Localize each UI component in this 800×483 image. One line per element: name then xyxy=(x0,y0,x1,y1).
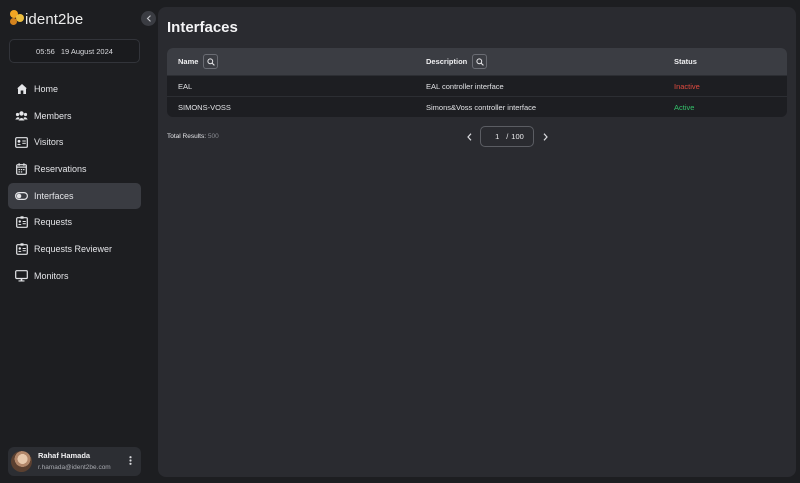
column-label: Name xyxy=(178,57,199,66)
column-header-name: Name xyxy=(167,54,415,69)
clock-date: 19 August 2024 xyxy=(60,46,113,56)
members-icon xyxy=(15,109,28,122)
name-search-button[interactable] xyxy=(203,54,219,69)
calendar-icon xyxy=(15,163,28,176)
description-search-button[interactable] xyxy=(472,54,488,69)
page-number-input[interactable] xyxy=(490,132,505,141)
more-vertical-icon[interactable] xyxy=(125,456,135,467)
user-profile[interactable]: Rahaf Hamada r.hamada@ident2be.com xyxy=(8,447,141,476)
main-content: Interfaces Name Description Status EAL E… xyxy=(158,7,796,477)
avatar xyxy=(11,451,32,472)
column-header-description: Description xyxy=(415,54,663,69)
cell-name: EAL xyxy=(178,81,193,91)
clock-time: 05:56 xyxy=(36,46,55,56)
visitors-icon xyxy=(15,136,28,149)
column-header-status: Status xyxy=(674,57,697,66)
sidebar-item-label: Interfaces xyxy=(34,190,74,201)
page-number-field: / 100 xyxy=(480,126,534,147)
status-badge: Active xyxy=(674,102,695,112)
cell-description: EAL controller interface xyxy=(426,81,504,91)
sidebar-item-interfaces[interactable]: Interfaces xyxy=(8,182,141,209)
search-icon xyxy=(476,57,484,66)
chevron-left-icon xyxy=(146,15,151,22)
column-label: Description xyxy=(426,57,468,66)
sidebar-item-label: Requests Reviewer xyxy=(34,244,113,255)
search-icon xyxy=(207,57,215,66)
sidebar-item-label: Visitors xyxy=(34,137,64,148)
sidebar-item-label: Members xyxy=(34,110,72,121)
next-page-button[interactable] xyxy=(539,127,551,147)
sidebar-item-visitors[interactable]: Visitors xyxy=(8,129,141,155)
sidebar-item-label: Requests xyxy=(34,217,73,228)
id-card-icon xyxy=(15,216,28,229)
sidebar: ident2be 05:56 19 August 2024 Home Membe… xyxy=(0,0,149,483)
sidebar-item-label: Monitors xyxy=(34,270,69,281)
sidebar-item-home[interactable]: Home xyxy=(8,76,141,102)
clock-display: 05:56 19 August 2024 xyxy=(9,39,140,63)
user-email: r.hamada@ident2be.com xyxy=(38,463,111,471)
logo-text: ident2be xyxy=(25,10,84,28)
interfaces-table: Name Description Status EAL EAL controll… xyxy=(167,48,787,117)
sidebar-item-label: Home xyxy=(34,84,59,94)
cell-description: Simons&Voss controller interface xyxy=(426,102,537,112)
total-results-label: Total Results: xyxy=(167,133,207,140)
user-name: Rahaf Hamada xyxy=(38,451,91,460)
table-row[interactable]: EAL EAL controller interface Inactive xyxy=(167,75,787,96)
table-header: Name Description Status xyxy=(167,48,787,75)
sidebar-item-label: Reservations xyxy=(34,164,87,175)
sidebar-nav: Home Members Visitors Reservations Inter… xyxy=(8,76,141,290)
monitor-icon xyxy=(15,269,28,282)
pagination: / 100 xyxy=(463,126,551,147)
sidebar-item-reservations[interactable]: Reservations xyxy=(8,156,141,182)
user-info: Rahaf Hamada r.hamada@ident2be.com xyxy=(38,452,125,471)
sidebar-item-requests[interactable]: Requests xyxy=(8,209,141,235)
prev-page-button[interactable] xyxy=(463,127,475,147)
sidebar-item-monitors[interactable]: Monitors xyxy=(8,263,141,289)
total-results: Total Results: 500 xyxy=(167,133,219,140)
sidebar-item-requests-reviewer[interactable]: Requests Reviewer xyxy=(8,236,141,262)
logo[interactable]: ident2be xyxy=(9,10,83,28)
table-row[interactable]: SIMONS-VOSS Simons&Voss controller inter… xyxy=(167,96,787,117)
total-results-count: 500 xyxy=(207,133,219,140)
sidebar-item-members[interactable]: Members xyxy=(8,103,141,129)
status-badge: Inactive xyxy=(674,81,700,91)
page-separator: / xyxy=(506,132,509,141)
logo-mark-icon xyxy=(9,10,29,28)
page-total: 100 xyxy=(511,132,524,141)
id-card-icon xyxy=(15,243,28,256)
toggle-icon xyxy=(15,189,28,202)
chevron-right-icon xyxy=(543,132,548,141)
home-icon xyxy=(15,83,28,96)
chevron-left-icon xyxy=(466,132,471,141)
cell-name: SIMONS-VOSS xyxy=(178,102,231,112)
page-title: Interfaces xyxy=(167,19,238,36)
collapse-sidebar-button[interactable] xyxy=(141,11,156,26)
